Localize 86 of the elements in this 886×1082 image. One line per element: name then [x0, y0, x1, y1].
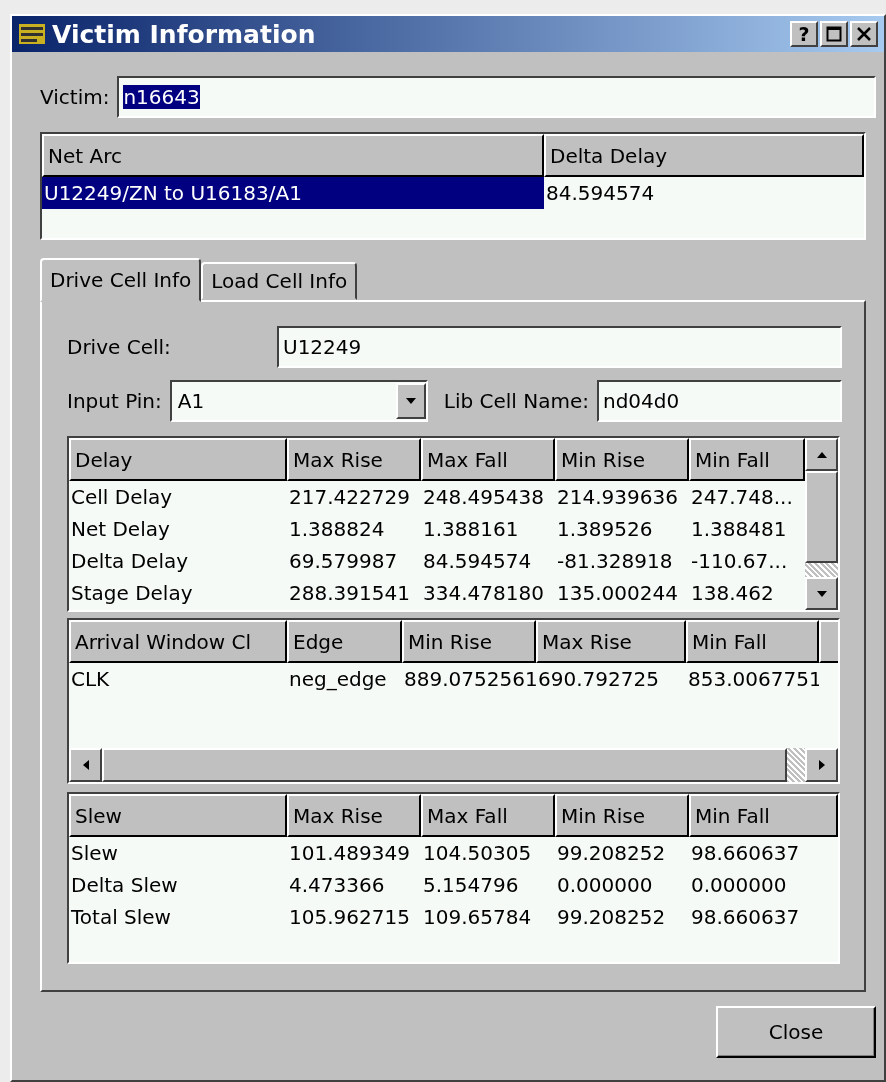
table-cell-text: 99.208252 [556, 840, 667, 867]
tab[interactable]: Drive Cell Info [40, 258, 202, 302]
column-header[interactable]: Min Rise [402, 620, 536, 663]
lib-cell-name-label: Lib Cell Name: [443, 389, 589, 413]
table-cell-text: Total Slew [70, 904, 172, 931]
column-header[interactable]: Min Rise [555, 794, 689, 837]
table-cell-text: 105.962715 [288, 904, 411, 931]
table-cell-text: 109.65784 [422, 904, 533, 931]
table-cell-text: 0.000000 [690, 872, 788, 899]
column-header[interactable]: Max Fall [421, 794, 555, 837]
table-cell-text: 84.594574 [422, 548, 533, 575]
table-cell-text: 69.579987 [288, 548, 399, 575]
table-cell-text: 138.462 [690, 580, 775, 607]
lib-cell-name-field[interactable]: nd04d0 [597, 380, 842, 422]
table-cell-text: 101.489349 [288, 840, 411, 867]
table-cell-text: 1.389526 [556, 516, 654, 543]
column-header[interactable]: Delta Delay [544, 134, 864, 177]
close-button[interactable]: Close [716, 1006, 876, 1058]
drive-cell-label: Drive Cell: [67, 335, 172, 359]
table-cell-text: 853.0067751 [687, 666, 819, 693]
table-cell-text: CLK [70, 666, 111, 693]
table-cell-text: 288.391541 [288, 580, 411, 607]
app-icon [18, 22, 46, 46]
table-cell-text: -110.67... [690, 548, 789, 575]
table-cell-text: 247.748... [690, 484, 794, 511]
dropdown-button[interactable] [395, 383, 426, 419]
input-pin-dropdown[interactable]: A1 [169, 380, 428, 422]
table-cell-text: 214.939636 [556, 484, 679, 511]
table-cell-text: 1.388824 [288, 516, 386, 543]
table-cell-text: Delta Slew [70, 872, 179, 899]
table-cell-text: 98.660637 [690, 840, 801, 867]
table-cell-text: Delta Delay [70, 548, 190, 575]
column-header[interactable]: Max Rise [536, 620, 686, 663]
table-cell-text: 135.000244 [556, 580, 679, 607]
table-cell-text: 104.50305 [422, 840, 533, 867]
maximize-icon [826, 26, 842, 42]
scroll-left-button[interactable] [69, 748, 102, 782]
column-header[interactable]: Min Rise [555, 438, 689, 481]
table-cell[interactable]: 84.594574 [544, 177, 864, 209]
column-header[interactable]: Min Fall [686, 620, 819, 663]
scroll-down-button[interactable] [805, 577, 838, 610]
scroll-right-button[interactable] [805, 748, 838, 782]
table-cell-text: 99.208252 [556, 904, 667, 931]
table-cell[interactable]: U12249/ZN to U16183/A1 [42, 177, 544, 209]
horizontal-scrollbar[interactable] [69, 748, 838, 782]
column-header[interactable]: Min Fall [689, 438, 805, 481]
tab[interactable]: Load Cell Info [201, 262, 358, 300]
table-cell-text: -81.328918 [556, 548, 674, 575]
column-header[interactable]: Max Rise [287, 438, 421, 481]
victim-label: Victim: [40, 85, 110, 109]
table-cell-text: Slew [70, 840, 119, 867]
drive-cell-field[interactable]: U12249 [277, 326, 842, 368]
column-header[interactable]: Delay [69, 438, 287, 481]
column-header[interactable]: Max Rise [287, 794, 421, 837]
table-cell-text: Stage Delay [70, 580, 194, 607]
scroll-track [787, 748, 805, 782]
victim-field[interactable]: n16643 [117, 76, 876, 118]
close-button[interactable] [850, 21, 878, 47]
table-cell-text: 5.154796 [422, 872, 520, 899]
table-cell-text: 0.000000 [556, 872, 654, 899]
vertical-scrollbar[interactable] [805, 438, 838, 610]
help-button[interactable]: ? [790, 21, 818, 47]
table-cell-text: 217.422729 [288, 484, 411, 511]
table-cell-text: 98.660637 [690, 904, 801, 931]
table-cell-text: Cell Delay [70, 484, 174, 511]
column-header[interactable]: Slew [69, 794, 287, 837]
column-header[interactable]: Min Fall [689, 794, 838, 837]
column-header[interactable]: Max Fall [421, 438, 555, 481]
table-cell-text: 889.0752561 [403, 666, 536, 693]
column-header[interactable]: Arrival Window Cl [69, 620, 287, 663]
table-cell-text: 4.473366 [288, 872, 386, 899]
scroll-track [805, 563, 838, 577]
table-cell-text: neg_edge [288, 666, 388, 693]
table-cell-text: 334.478180 [422, 580, 545, 607]
input-pin-label: Input Pin: [67, 389, 162, 413]
scroll-up-button[interactable] [805, 438, 838, 471]
table-cell-text: Net Delay [70, 516, 171, 543]
table-cell-text: 248.495438 [422, 484, 545, 511]
table-cell-text: 1.388161 [422, 516, 520, 543]
window-title: Victim Information [52, 19, 317, 49]
table-cell-text: 690.792725 [537, 666, 660, 693]
column-header[interactable]: Net Arc [42, 134, 544, 177]
maximize-button[interactable] [820, 21, 848, 47]
close-icon [856, 26, 872, 42]
table-cell-text: 1.388481 [690, 516, 788, 543]
column-header[interactable]: Edge [287, 620, 402, 663]
